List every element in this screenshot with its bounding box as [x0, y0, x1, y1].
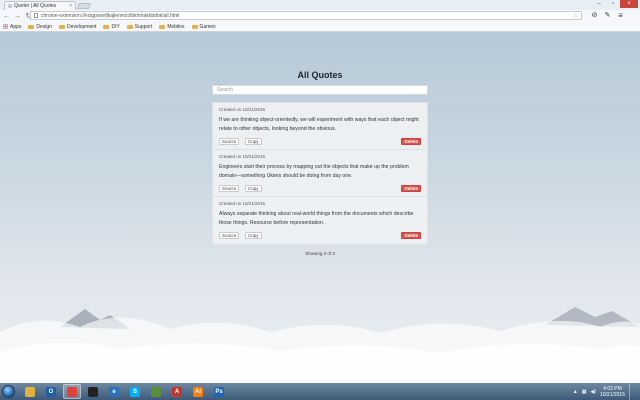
- clock-date: 10/21/2015: [599, 391, 625, 398]
- browser-tab[interactable]: Quoter | All Quotes ×: [4, 1, 76, 10]
- bookmark-label: Design: [36, 23, 52, 30]
- vpn-icon: [151, 386, 161, 397]
- source-button[interactable]: Source: [219, 185, 240, 192]
- window-controls: – ▫ ×: [592, 0, 638, 8]
- page-icon: [34, 13, 38, 18]
- address-bar[interactable]: chrome-extension://ecigpooefjkajlenmcolb…: [30, 11, 582, 20]
- tab-favicon-icon: [8, 4, 12, 8]
- apps-icon: [3, 24, 8, 29]
- terminal-icon: [88, 386, 98, 397]
- taskbar-button[interactable]: S: [126, 384, 144, 399]
- folder-icon: [103, 24, 110, 29]
- tab-close-icon[interactable]: ×: [69, 3, 72, 9]
- taskbar-button[interactable]: [21, 384, 39, 399]
- skype-icon: S: [130, 386, 140, 397]
- copy-button[interactable]: Copy: [245, 232, 262, 239]
- bookmark-label: Development: [66, 23, 97, 30]
- quote-item: Created on 10/21/2015 If we are thinking…: [213, 103, 427, 150]
- taskbar-button[interactable]: e: [105, 384, 123, 399]
- chrome-icon: [67, 386, 77, 397]
- folder-icon: [28, 24, 35, 29]
- illustrator-icon: Ai: [193, 386, 203, 397]
- bookmark-apps[interactable]: Apps: [3, 24, 21, 30]
- page-viewport: All Quotes Created on 10/21/2015 If we a…: [0, 32, 640, 383]
- taskbar-button[interactable]: O: [42, 384, 60, 399]
- taskbar-apps: Oe S A Ai Ps: [21, 384, 231, 399]
- bookmark-folder-games[interactable]: Games: [191, 23, 216, 30]
- quote-item: Created on 10/21/2015 Always separate th…: [213, 197, 427, 244]
- delete-button[interactable]: Delete: [401, 138, 421, 145]
- new-tab-button[interactable]: [76, 3, 92, 9]
- folder-icon: [159, 24, 166, 29]
- folder-icon: [126, 24, 133, 29]
- taskbar-button[interactable]: Ai: [189, 384, 207, 399]
- menu-icon[interactable]: ≡: [616, 11, 625, 20]
- bookmark-label: Support: [134, 23, 153, 30]
- clock[interactable]: 4:03 PM 10/21/2015: [600, 386, 625, 398]
- quote-date: Created on 10/21/2015: [219, 107, 266, 112]
- browser-toolbar: ← → ↻ chrome-extension://ecigpooefjkajle…: [0, 10, 640, 22]
- quote-text: If we are thinking object-orientedly, we…: [219, 117, 419, 132]
- maximize-icon[interactable]: ▫: [606, 0, 620, 8]
- quote-text: Always separate thinking about real-worl…: [219, 211, 414, 226]
- quote-date: Created on 10/21/2015: [219, 154, 266, 159]
- results-count: Showing 3 of 3: [305, 251, 335, 256]
- outlook-icon: O: [46, 386, 56, 397]
- search-input[interactable]: [212, 85, 428, 95]
- bookmark-folder-development[interactable]: Development: [58, 23, 97, 30]
- explorer-icon: [25, 386, 35, 397]
- quote-list: Created on 10/21/2015 If we are thinking…: [212, 102, 428, 245]
- quote-text: Engineers start their process by mapping…: [219, 164, 409, 179]
- address-url: chrome-extension://ecigpooefjkajlenmcolb…: [41, 12, 180, 19]
- minimize-icon[interactable]: –: [592, 0, 606, 8]
- taskbar: Oe S A Ai Ps ▲ ▦ ◀) 4:03 PM 10/21/2015: [0, 383, 640, 400]
- source-button[interactable]: Source: [219, 138, 240, 145]
- show-desktop-button[interactable]: [629, 383, 636, 400]
- bookmarks-bar: Apps Design Development DIY Support Mobi…: [0, 22, 640, 32]
- copy-button[interactable]: Copy: [245, 185, 262, 192]
- page-title: All Quotes: [297, 70, 343, 80]
- tab-strip: Quoter | All Quotes × – ▫ ×: [0, 0, 640, 10]
- quoter-extension-icon[interactable]: ✎: [603, 11, 612, 20]
- cloud-background-image: [0, 307, 640, 383]
- start-button[interactable]: [2, 385, 15, 398]
- taskbar-button[interactable]: A: [168, 384, 186, 399]
- window-close-icon[interactable]: ×: [620, 0, 638, 8]
- folder-icon: [191, 24, 198, 29]
- forward-arrow-icon[interactable]: →: [13, 12, 22, 21]
- photoshop-icon: Ps: [214, 386, 224, 397]
- back-arrow-icon[interactable]: ←: [2, 12, 11, 21]
- bookmark-folder-mobiles[interactable]: Mobiles: [159, 23, 185, 30]
- volume-icon[interactable]: ◀): [590, 389, 596, 395]
- tray-arrow-icon[interactable]: ▲: [573, 389, 578, 395]
- taskbar-button[interactable]: [147, 384, 165, 399]
- acrobat-icon: A: [172, 386, 182, 397]
- taskbar-button[interactable]: Ps: [210, 384, 228, 399]
- bookmark-label: Apps: [10, 23, 22, 30]
- network-icon[interactable]: ▦: [582, 389, 587, 395]
- delete-button[interactable]: Delete: [401, 232, 421, 239]
- taskbar-button[interactable]: [63, 384, 81, 399]
- source-button[interactable]: Source: [219, 232, 240, 239]
- bookmark-folder-diy[interactable]: DIY: [103, 23, 120, 30]
- quote-item: Created on 10/21/2015 Engineers start th…: [213, 150, 427, 197]
- system-tray: ▲ ▦ ◀) 4:03 PM 10/21/2015: [573, 383, 636, 400]
- bookmark-label: Games: [199, 23, 216, 30]
- bookmark-folder-design[interactable]: Design: [28, 24, 52, 30]
- ie-icon: e: [109, 386, 119, 397]
- copy-button[interactable]: Copy: [245, 138, 262, 145]
- bookmark-star-icon[interactable]: ☆: [573, 12, 578, 19]
- taskbar-button[interactable]: [84, 384, 102, 399]
- delete-button[interactable]: Delete: [401, 185, 421, 192]
- bookmark-folder-support[interactable]: Support: [126, 23, 153, 30]
- folder-icon: [58, 24, 65, 29]
- bookmark-label: Mobiles: [167, 23, 185, 30]
- clock-time: 4:03 PM: [603, 385, 622, 392]
- extension-icon[interactable]: ⊘: [590, 11, 599, 20]
- tab-title: Quoter | All Quotes: [14, 3, 57, 9]
- bookmark-label: DIY: [111, 23, 120, 30]
- quote-date: Created on 10/21/2015: [219, 201, 266, 206]
